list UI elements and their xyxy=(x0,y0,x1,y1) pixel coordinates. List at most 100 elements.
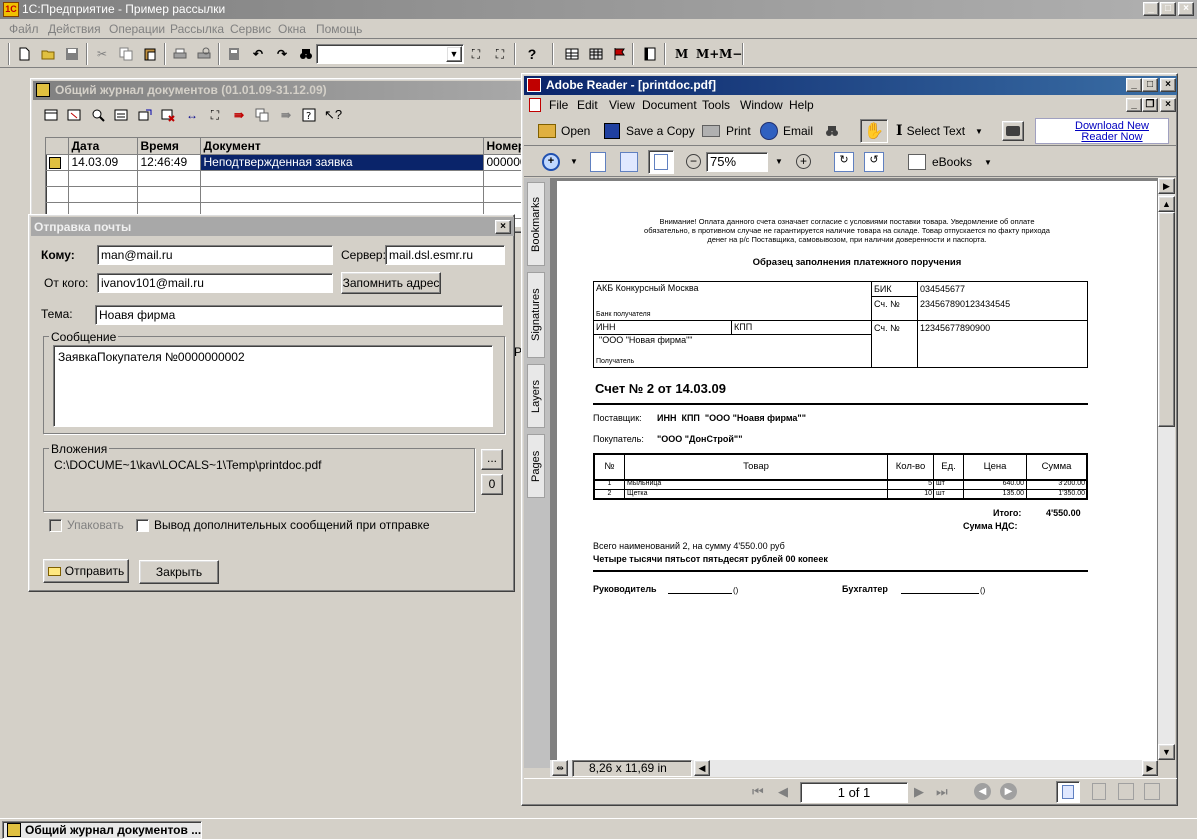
calculator-icon[interactable] xyxy=(224,44,244,64)
zero-button[interactable]: 0 xyxy=(481,474,503,495)
scroll-up-arrow-icon[interactable]: ▲ xyxy=(1158,196,1175,212)
reader-menu-edit[interactable]: Edit xyxy=(577,98,598,112)
message-textarea[interactable]: ЗаявкаПокупателя №0000000002 xyxy=(53,345,493,427)
zoom-in-tool-icon[interactable]: + xyxy=(542,153,560,171)
ebooks-arrow-icon[interactable]: ▼ xyxy=(984,158,992,167)
maximize-button[interactable]: □ xyxy=(1160,2,1176,16)
memory-m-plus-button[interactable]: M+ xyxy=(696,47,719,61)
print-button[interactable]: Print xyxy=(702,121,751,141)
edit-doc-icon[interactable] xyxy=(111,105,131,125)
single-page-view-icon[interactable] xyxy=(1056,781,1080,803)
zoom-level-arrow-icon[interactable]: ▼ xyxy=(775,157,783,166)
delete-doc-icon[interactable] xyxy=(158,105,178,125)
flag-icon[interactable] xyxy=(610,44,630,64)
grid-header-document[interactable]: Документ xyxy=(200,138,484,155)
page-number-field[interactable]: 1 of 1 xyxy=(800,782,908,803)
memory-m-button[interactable]: M xyxy=(675,47,688,61)
facing-view-icon[interactable] xyxy=(1118,783,1134,800)
copy-icon[interactable] xyxy=(116,44,136,64)
scroll-left-arrow-icon[interactable]: ◀ xyxy=(694,760,710,776)
fit-page-icon[interactable] xyxy=(620,152,638,172)
next-doc-icon[interactable]: ⇛ xyxy=(276,105,296,125)
to-field[interactable]: man@mail.ru xyxy=(97,245,333,265)
search-binoculars-icon[interactable] xyxy=(822,121,842,141)
last-page-icon[interactable]: ⏭ xyxy=(936,784,948,800)
split-handle-icon[interactable]: ⇹ xyxy=(552,760,568,776)
zoom-in-icon[interactable]: + xyxy=(796,154,811,169)
pack-checkbox[interactable] xyxy=(49,519,62,532)
menu-operations[interactable]: Операции xyxy=(109,22,165,36)
doc-restore-button[interactable]: ❐ xyxy=(1142,98,1158,112)
tab-pages[interactable]: Pages xyxy=(527,434,545,498)
snapshot-tool-button[interactable] xyxy=(1002,121,1024,141)
reader-close-button[interactable]: × xyxy=(1160,78,1176,92)
reader-menu-tools[interactable]: Tools xyxy=(702,98,730,112)
previous-page-icon[interactable]: ◀ xyxy=(778,784,788,800)
send-button[interactable]: Отправить xyxy=(43,559,129,583)
search-combo[interactable] xyxy=(316,44,464,64)
email-button[interactable]: Email xyxy=(760,121,813,141)
minimize-button[interactable]: _ xyxy=(1143,2,1159,16)
reader-minimize-button[interactable]: _ xyxy=(1126,78,1142,92)
reader-menu-view[interactable]: View xyxy=(609,98,635,112)
menu-file[interactable]: Файл xyxy=(9,22,39,36)
subject-field[interactable]: Ноавя фирма xyxy=(95,305,503,325)
interval-icon[interactable]: ↔ xyxy=(182,105,202,125)
filter-icon[interactable]: ⛶ xyxy=(205,105,225,125)
open-folder-icon[interactable] xyxy=(38,44,58,64)
structure-icon[interactable] xyxy=(252,105,272,125)
help-icon[interactable]: ? xyxy=(299,105,319,125)
fit-width-icon[interactable] xyxy=(648,150,674,174)
reader-maximize-button[interactable]: □ xyxy=(1142,78,1158,92)
scroll-thumb[interactable] xyxy=(1158,212,1175,427)
remember-address-button[interactable]: Запомнить адрес xyxy=(341,272,441,294)
memory-m-minus-button[interactable]: M− xyxy=(719,47,742,61)
download-reader-link[interactable]: Download New Reader Now xyxy=(1035,118,1169,144)
server-field[interactable]: mail.dsl.esmr.ru xyxy=(385,245,505,265)
find-doc-icon[interactable] xyxy=(88,105,108,125)
continuous-facing-view-icon[interactable] xyxy=(1144,783,1160,800)
menu-windows[interactable]: Окна xyxy=(278,22,306,36)
select-text-arrow-icon[interactable]: ▼ xyxy=(975,127,983,136)
copy-doc-icon[interactable] xyxy=(64,105,84,125)
scroll-right-h-arrow-icon[interactable]: ▶ xyxy=(1142,760,1158,776)
grid-header-date[interactable]: Дата xyxy=(68,138,138,155)
find-all-icon[interactable]: ⛶ xyxy=(490,44,510,64)
paste-icon[interactable] xyxy=(140,44,160,64)
tab-signatures[interactable]: Signatures xyxy=(527,272,545,358)
close-dialog-button[interactable]: Закрыть xyxy=(139,560,219,584)
rotate-clockwise-icon[interactable]: ↻ xyxy=(834,152,854,172)
zoom-out-icon[interactable]: − xyxy=(686,154,701,169)
scroll-right-arrow-icon[interactable]: ▶ xyxy=(1158,178,1175,194)
grid-header-time[interactable]: Время xyxy=(137,138,201,155)
zoom-level-field[interactable]: 75% xyxy=(706,152,768,172)
actual-size-icon[interactable] xyxy=(590,152,606,172)
menu-service[interactable]: Сервис xyxy=(230,22,271,36)
previous-view-icon[interactable]: ◀ xyxy=(974,783,991,800)
taskbar-item-journal[interactable]: Общий журнал документов ... xyxy=(2,821,202,839)
find-binoculars-icon[interactable] xyxy=(296,44,316,64)
save-copy-button[interactable]: Save a Copy xyxy=(604,121,695,141)
book-icon[interactable] xyxy=(640,44,660,64)
select-text-button[interactable]: I Select Text ▼ xyxy=(896,121,983,141)
open-button[interactable]: Open xyxy=(538,121,590,141)
reader-menu-help[interactable]: Help xyxy=(789,98,814,112)
menu-help[interactable]: Помощь xyxy=(316,22,362,36)
search-combo-arrow[interactable]: ▼ xyxy=(446,46,462,62)
mail-close-button[interactable]: × xyxy=(495,220,511,234)
reader-menu-file[interactable]: File xyxy=(549,98,568,112)
document-viewport[interactable]: Внимание! Оплата данного счета означает … xyxy=(550,178,1158,760)
doc-close-button[interactable]: × xyxy=(1160,98,1176,112)
help-question-icon[interactable]: ? xyxy=(522,44,542,64)
close-button[interactable]: × xyxy=(1178,2,1194,16)
vertical-scrollbar[interactable]: ▶ ▲ ▼ xyxy=(1158,178,1175,760)
menu-actions[interactable]: Действия xyxy=(48,22,101,36)
attachment-path[interactable]: C:\DOCUME~1\kav\LOCALS~1\Temp\printdoc.p… xyxy=(54,458,321,472)
reader-menu-window[interactable]: Window xyxy=(740,98,783,112)
table-row[interactable]: 14.03.09 12:46:49 Неподтвержденная заявк… xyxy=(46,154,523,171)
new-document-icon[interactable] xyxy=(14,44,34,64)
reader-menu-document[interactable]: Document xyxy=(642,98,697,112)
find-next-icon[interactable]: ⛶ xyxy=(466,44,486,64)
tab-bookmarks[interactable]: Bookmarks xyxy=(527,182,545,266)
save-disk-icon[interactable] xyxy=(62,44,82,64)
